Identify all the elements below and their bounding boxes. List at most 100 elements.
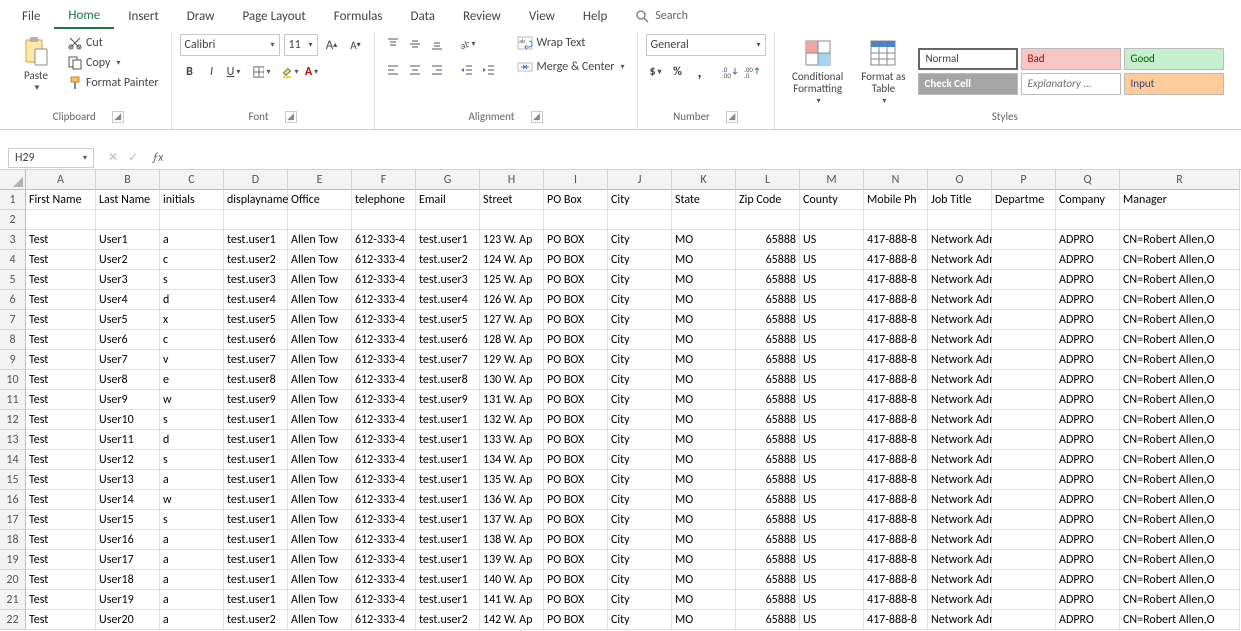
cell[interactable]: [800, 210, 864, 230]
formula-input[interactable]: [173, 148, 1241, 168]
cell[interactable]: City: [608, 370, 672, 390]
cell[interactable]: CN=Robert Allen,O: [1120, 490, 1240, 510]
cell[interactable]: Test: [26, 350, 96, 370]
cell[interactable]: 417-888-8: [864, 370, 928, 390]
cell[interactable]: Test: [26, 550, 96, 570]
cell[interactable]: [992, 270, 1056, 290]
cell[interactable]: Test: [26, 270, 96, 290]
number-format-select[interactable]: General ▾: [646, 34, 766, 56]
cell[interactable]: test.user1: [224, 550, 288, 570]
cell[interactable]: Office: [288, 190, 352, 210]
cell[interactable]: [992, 490, 1056, 510]
cell[interactable]: User18: [96, 570, 160, 590]
row-header[interactable]: 14: [0, 450, 26, 470]
cell[interactable]: test.user1: [416, 570, 480, 590]
cell[interactable]: 612-333-4: [352, 330, 416, 350]
column-header[interactable]: C: [160, 170, 224, 190]
tab-data[interactable]: Data: [397, 5, 450, 28]
cell[interactable]: User5: [96, 310, 160, 330]
cell[interactable]: test.user1: [416, 230, 480, 250]
cell[interactable]: US: [800, 490, 864, 510]
dialog-launcher-icon[interactable]: ◢: [285, 111, 297, 123]
cell[interactable]: 417-888-8: [864, 430, 928, 450]
cell[interactable]: ADPRO: [1056, 590, 1120, 610]
cell[interactable]: City: [608, 250, 672, 270]
cell[interactable]: CN=Robert Allen,O: [1120, 550, 1240, 570]
column-header[interactable]: F: [352, 170, 416, 190]
cell[interactable]: Network Admin: [928, 230, 992, 250]
row-header[interactable]: 21: [0, 590, 26, 610]
cell[interactable]: Network Admin: [928, 450, 992, 470]
cell[interactable]: US: [800, 310, 864, 330]
cell-style-normal[interactable]: Normal: [918, 48, 1018, 70]
cell[interactable]: Allen Tow: [288, 570, 352, 590]
cell[interactable]: 65888: [736, 330, 800, 350]
cell[interactable]: 417-888-8: [864, 530, 928, 550]
cell[interactable]: 138 W. Ap: [480, 530, 544, 550]
cell[interactable]: Network Admin: [928, 530, 992, 550]
cell[interactable]: a: [160, 610, 224, 630]
cell[interactable]: Allen Tow: [288, 330, 352, 350]
cell[interactable]: 126 W. Ap: [480, 290, 544, 310]
cell[interactable]: 417-888-8: [864, 510, 928, 530]
cell[interactable]: ADPRO: [1056, 250, 1120, 270]
cell[interactable]: 140 W. Ap: [480, 570, 544, 590]
cell[interactable]: test.user4: [416, 290, 480, 310]
cell[interactable]: Test: [26, 570, 96, 590]
tab-draw[interactable]: Draw: [173, 5, 229, 28]
cell[interactable]: PO BOX: [544, 470, 608, 490]
cell[interactable]: 612-333-4: [352, 550, 416, 570]
cell[interactable]: 417-888-8: [864, 290, 928, 310]
cell[interactable]: 124 W. Ap: [480, 250, 544, 270]
cell[interactable]: 133 W. Ap: [480, 430, 544, 450]
cell[interactable]: 65888: [736, 350, 800, 370]
row-header[interactable]: 10: [0, 370, 26, 390]
cell[interactable]: 417-888-8: [864, 350, 928, 370]
cell[interactable]: [288, 210, 352, 230]
cell[interactable]: [992, 230, 1056, 250]
row-header[interactable]: 9: [0, 350, 26, 370]
cell[interactable]: Zip Code: [736, 190, 800, 210]
cell[interactable]: test.user1: [224, 410, 288, 430]
cell[interactable]: State: [672, 190, 736, 210]
cell[interactable]: Allen Tow: [288, 370, 352, 390]
font-color-button[interactable]: A▾: [302, 62, 322, 82]
align-center-button[interactable]: [405, 60, 425, 80]
cell[interactable]: PO BOX: [544, 530, 608, 550]
cell[interactable]: PO BOX: [544, 330, 608, 350]
row-header[interactable]: 8: [0, 330, 26, 350]
cell[interactable]: [928, 210, 992, 230]
cell[interactable]: test.user1: [416, 550, 480, 570]
format-painter-button[interactable]: Format Painter: [64, 74, 163, 92]
cell[interactable]: CN=Robert Allen,O: [1120, 470, 1240, 490]
cell[interactable]: US: [800, 230, 864, 250]
column-header[interactable]: B: [96, 170, 160, 190]
cell[interactable]: [1120, 210, 1240, 230]
cell[interactable]: ADPRO: [1056, 550, 1120, 570]
cell[interactable]: test.user1: [224, 230, 288, 250]
cell[interactable]: displayname: [224, 190, 288, 210]
cell[interactable]: 612-333-4: [352, 230, 416, 250]
cell[interactable]: test.user1: [416, 470, 480, 490]
cell[interactable]: [992, 310, 1056, 330]
cell[interactable]: User10: [96, 410, 160, 430]
orientation-button[interactable]: ab▾: [457, 34, 477, 54]
cell[interactable]: 612-333-4: [352, 370, 416, 390]
cell[interactable]: test.user5: [224, 310, 288, 330]
cell[interactable]: test.user3: [416, 270, 480, 290]
cell[interactable]: MO: [672, 550, 736, 570]
cell[interactable]: PO BOX: [544, 450, 608, 470]
cell[interactable]: [26, 210, 96, 230]
cell[interactable]: a: [160, 550, 224, 570]
tab-page-layout[interactable]: Page Layout: [228, 5, 319, 28]
comma-format-button[interactable]: ,: [690, 62, 710, 82]
cell[interactable]: Network Admin: [928, 310, 992, 330]
cell[interactable]: Network Admin: [928, 270, 992, 290]
cell-style-check-cell[interactable]: Check Cell: [918, 73, 1018, 95]
cell[interactable]: User2: [96, 250, 160, 270]
row-header[interactable]: 13: [0, 430, 26, 450]
cell[interactable]: Allen Tow: [288, 470, 352, 490]
cell[interactable]: test.user9: [224, 390, 288, 410]
cell[interactable]: MO: [672, 470, 736, 490]
cell[interactable]: 65888: [736, 510, 800, 530]
